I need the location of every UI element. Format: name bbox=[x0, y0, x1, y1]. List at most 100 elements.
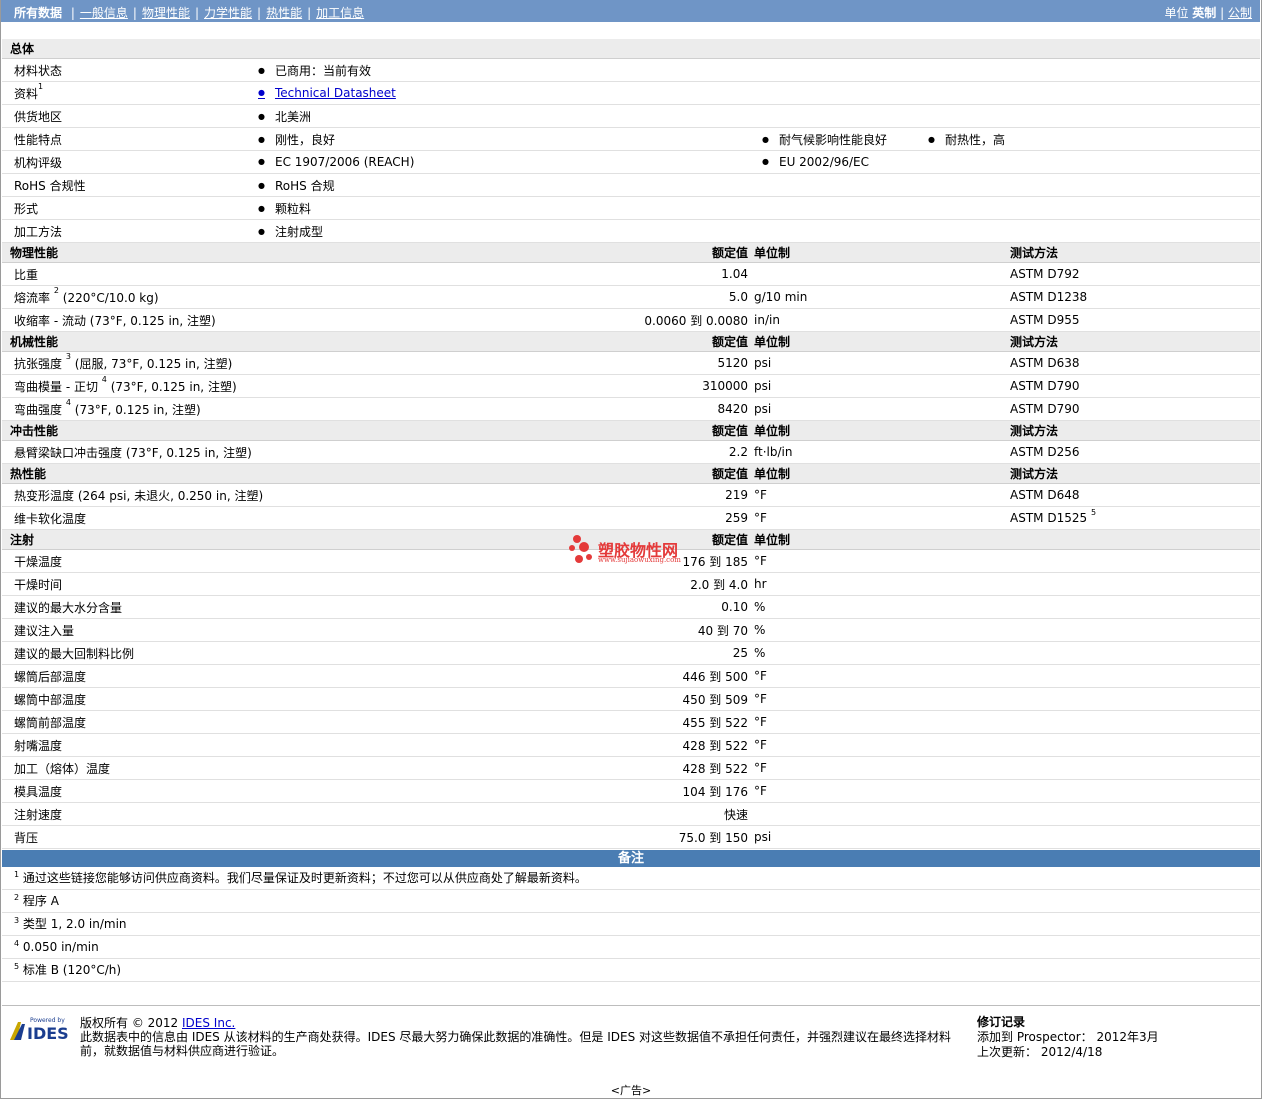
value-cell: 颗粒料 bbox=[250, 196, 754, 220]
watermark: 塑胶物性网 www.sujiaowuxing.com bbox=[568, 533, 703, 567]
label-text: 材料状态 bbox=[14, 63, 63, 78]
section-header: 热性能 额定值 单位制 测试方法 bbox=[2, 463, 1261, 484]
datasheet-link[interactable]: Technical Datasheet bbox=[262, 86, 396, 100]
revision-added: 添加到 Prospector： 2012年3月 bbox=[977, 1030, 1159, 1044]
nav-link[interactable]: 物理性能 bbox=[142, 6, 190, 20]
property-unit: °F bbox=[754, 483, 920, 507]
note-item: 3 类型 1, 2.0 in/min bbox=[2, 913, 1260, 936]
section-title: 机械性能 bbox=[2, 331, 585, 352]
value-cell bbox=[920, 196, 1261, 220]
label-text: 悬臂梁缺口冲击强度 bbox=[14, 445, 123, 460]
general-row: 资料1 Technical Datasheet bbox=[2, 81, 1261, 105]
property-unit: ft·lb/in bbox=[754, 440, 920, 464]
unit-metric-link[interactable]: 公制 bbox=[1228, 6, 1252, 20]
property-row: 螺筒中部温度 450 到 509 °F bbox=[2, 687, 1261, 711]
label-text: 射嘴温度 bbox=[14, 738, 63, 753]
test-method: ASTM D1525 5 bbox=[920, 506, 1261, 530]
property-unit: psi bbox=[754, 397, 920, 421]
label-text: 建议的最大水分含量 bbox=[14, 600, 123, 615]
property-unit: °F bbox=[754, 687, 920, 711]
ides-company-link[interactable]: IDES Inc. bbox=[182, 1016, 235, 1030]
property-row: 弯曲模量 - 正切 4 (73°F, 0.125 in, 注塑) 310000 ps… bbox=[2, 374, 1261, 398]
bullet-value: 耐气候影响性能良好 bbox=[766, 133, 887, 147]
property-value: 310000 bbox=[585, 374, 754, 398]
property-value: 75.0 到 150 bbox=[585, 825, 754, 849]
property-value: 428 到 522 bbox=[585, 733, 754, 757]
label-text: 背压 bbox=[14, 830, 39, 845]
note-number: 4 bbox=[14, 939, 20, 948]
property-unit: °F bbox=[754, 733, 920, 757]
header-method bbox=[920, 529, 1261, 550]
test-method bbox=[920, 618, 1261, 642]
label-text: 供货地区 bbox=[14, 109, 63, 124]
property-label: 射嘴温度 bbox=[2, 733, 585, 757]
property-row: 射嘴温度 428 到 522 °F bbox=[2, 733, 1261, 757]
label-text: 注射速度 bbox=[14, 807, 63, 822]
section-title: 热性能 bbox=[2, 463, 585, 484]
value-cell: 已商用：当前有效 bbox=[250, 58, 754, 82]
value-cell bbox=[920, 219, 1261, 243]
property-unit: °F bbox=[754, 506, 920, 530]
value-cell: 刚性，良好 bbox=[250, 127, 754, 151]
label-text: 形式 bbox=[14, 201, 39, 216]
property-row: 热变形温度 (264 psi, 未退火, 0.250 in, 注塑) 219 °F A… bbox=[2, 483, 1261, 507]
property-label: 螺筒后部温度 bbox=[2, 664, 585, 688]
method-text: ASTM D790 bbox=[1010, 402, 1080, 416]
property-label: 熔流率 2 (220°C/10.0 kg) bbox=[2, 285, 585, 309]
nav-link[interactable]: 加工信息 bbox=[316, 6, 364, 20]
test-method bbox=[920, 802, 1261, 826]
header-value: 额定值 bbox=[585, 420, 754, 441]
method-text: ASTM D1525 bbox=[1010, 511, 1088, 525]
footnote-ref: 4 bbox=[101, 374, 107, 384]
property-value: 25 bbox=[585, 641, 754, 665]
property-label: 螺筒中部温度 bbox=[2, 687, 585, 711]
section-title: 物理性能 bbox=[2, 242, 585, 263]
header-method: 测试方法 bbox=[920, 463, 1261, 484]
property-value: 5.0 bbox=[585, 285, 754, 309]
property-row: 维卡软化温度 259 °F ASTM D1525 5 bbox=[2, 506, 1261, 530]
test-condition: (264 psi, 未退火, 0.250 in, 注塑) bbox=[77, 488, 264, 503]
nav-link[interactable]: 一般信息 bbox=[80, 6, 128, 20]
footnote-ref: 4 bbox=[65, 397, 71, 407]
method-text: ASTM D790 bbox=[1010, 379, 1080, 393]
note-item: 5 标准 B (120°C/h) bbox=[2, 959, 1260, 982]
property-row: 建议的最大回制料比例 25% bbox=[2, 641, 1261, 665]
property-value: 8420 bbox=[585, 397, 754, 421]
general-row: 材料状态 已商用：当前有效 bbox=[2, 58, 1261, 82]
bullet-value: 北美洲 bbox=[262, 110, 311, 124]
property-value: 5120 bbox=[585, 351, 754, 375]
datasheet-table: 总体材料状态 已商用：当前有效资料1 Technical Datasheet 供货地区… bbox=[2, 39, 1261, 849]
units-label: 单位 bbox=[1164, 6, 1189, 20]
row-label: 形式 bbox=[2, 196, 250, 220]
value-cell bbox=[754, 196, 920, 220]
label-text: 弯曲模量 - 正切 bbox=[14, 379, 98, 394]
nav-link[interactable]: 力学性能 bbox=[204, 6, 252, 20]
nav-link[interactable]: 热性能 bbox=[266, 6, 302, 20]
footer-divider bbox=[2, 1005, 1260, 1006]
note-number: 2 bbox=[14, 893, 20, 902]
revision-title: 修订记录 bbox=[977, 1015, 1026, 1029]
test-method bbox=[920, 825, 1261, 849]
property-label: 干燥时间 bbox=[2, 572, 585, 596]
test-method: ASTM D790 bbox=[920, 397, 1261, 421]
value-cell bbox=[920, 173, 1261, 197]
property-label: 维卡软化温度 bbox=[2, 506, 585, 530]
row-label: RoHS 合规性 bbox=[2, 173, 250, 197]
row-label: 材料状态 bbox=[2, 58, 250, 82]
nav-all-data[interactable]: 所有数据 bbox=[14, 6, 62, 20]
label-text: 机构评级 bbox=[14, 155, 63, 170]
value-cell bbox=[920, 150, 1261, 174]
property-row: 比重 1.04 ASTM D792 bbox=[2, 262, 1261, 286]
bullet-value: 颗粒料 bbox=[262, 202, 311, 216]
unit-imperial[interactable]: 英制 bbox=[1192, 6, 1216, 20]
test-method: ASTM D648 bbox=[920, 483, 1261, 507]
property-value: 0.0060 到 0.0080 bbox=[585, 308, 754, 332]
test-condition: (220°C/10.0 kg) bbox=[62, 290, 159, 305]
test-condition: (73°F, 0.125 in, 注塑) bbox=[125, 445, 252, 460]
value-cell bbox=[754, 219, 920, 243]
method-text: ASTM D648 bbox=[1010, 488, 1080, 502]
section-title: 注射 bbox=[2, 529, 585, 550]
header-unit: 单位制 bbox=[754, 331, 920, 352]
label-text: 熔流率 bbox=[14, 290, 51, 305]
footnote-ref: 2 bbox=[53, 285, 59, 295]
